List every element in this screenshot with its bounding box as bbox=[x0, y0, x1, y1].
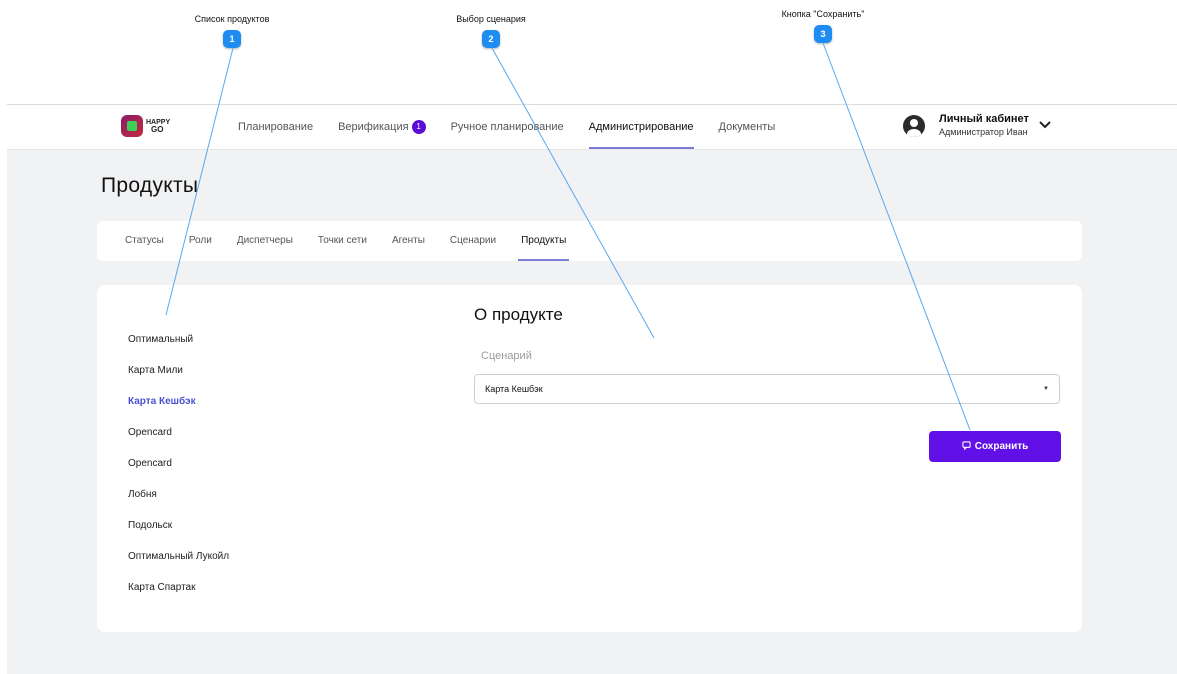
products-card: Оптимальный Карта Мили Карта Кешбэк Open… bbox=[97, 285, 1082, 632]
save-button-label: Сохранить bbox=[974, 441, 1029, 452]
tab-network-points[interactable]: Точки сети bbox=[318, 221, 367, 261]
list-item[interactable]: Карта Спартак bbox=[128, 576, 229, 607]
scenario-select-value: Карта Кешбэк bbox=[485, 384, 543, 394]
callout-2: Выбор сценария 2 bbox=[411, 14, 571, 48]
account-menu[interactable]: Личный кабинет Администратор Иван bbox=[903, 113, 1051, 139]
product-list: Оптимальный Карта Мили Карта Кешбэк Open… bbox=[128, 328, 229, 607]
list-item[interactable]: Карта Мили bbox=[128, 359, 229, 390]
logo-text: HAPPY GO bbox=[146, 119, 170, 134]
nav-label: Администрирование bbox=[588, 121, 694, 133]
tab-products[interactable]: Продукты bbox=[518, 221, 570, 261]
tab-agents[interactable]: Агенты bbox=[392, 221, 425, 261]
scenario-label: Сценарий bbox=[481, 350, 532, 362]
section-title: О продукте bbox=[474, 305, 563, 324]
nav-manual-planning[interactable]: Ручное планирование bbox=[451, 105, 564, 149]
callout-1: Список продуктов 1 bbox=[152, 14, 312, 48]
nav-label: Ручное планирование bbox=[450, 121, 564, 133]
account-title: Личный кабинет bbox=[939, 113, 1029, 125]
main-nav: Планирование Верификация 1 Ручное планиро… bbox=[238, 105, 800, 149]
verification-count-badge: 1 bbox=[411, 120, 426, 135]
logo-text-bottom: GO bbox=[151, 124, 164, 134]
account-text: Личный кабинет Администратор Иван bbox=[939, 113, 1029, 139]
nav-documents[interactable]: Документы bbox=[719, 105, 776, 149]
callout-title: Список продуктов bbox=[194, 14, 270, 24]
nav-label: Документы bbox=[718, 121, 776, 133]
list-item[interactable]: Opencard bbox=[128, 421, 229, 452]
callout-badge: 2 bbox=[482, 30, 500, 48]
user-circle-icon bbox=[903, 115, 925, 137]
callout-title: Кнопка "Сохранить" bbox=[781, 9, 865, 19]
callout-title: Выбор сценария bbox=[456, 14, 526, 24]
list-item[interactable]: Оптимальный Лукойл bbox=[128, 545, 229, 576]
nav-verification[interactable]: Верификация 1 bbox=[338, 105, 426, 149]
callout-badge: 1 bbox=[223, 30, 241, 48]
list-item[interactable]: Оптимальный bbox=[128, 328, 229, 359]
nav-label: Верификация bbox=[338, 121, 409, 133]
callout-3: Кнопка "Сохранить" 3 bbox=[743, 9, 903, 43]
list-item[interactable]: Лобня bbox=[128, 483, 229, 514]
nav-administration[interactable]: Администрирование bbox=[588, 105, 694, 149]
list-item[interactable]: Подольск bbox=[128, 514, 229, 545]
admin-subtabs: Статусы Роли Диспетчеры Точки сети Агент… bbox=[97, 221, 1082, 261]
app-logo[interactable]: HAPPY GO bbox=[121, 115, 170, 137]
app-window: HAPPY GO Планирование Верификация 1 Ручно… bbox=[7, 104, 1177, 674]
account-subtitle: Администратор Иван bbox=[939, 127, 1028, 137]
scenario-select[interactable]: Карта Кешбэк ▼ bbox=[474, 374, 1060, 404]
tab-scenarios[interactable]: Сценарии bbox=[450, 221, 496, 261]
list-item[interactable]: Opencard bbox=[128, 452, 229, 483]
tab-dispatchers[interactable]: Диспетчеры bbox=[237, 221, 293, 261]
page-title: Продукты bbox=[101, 174, 199, 197]
callout-badge: 3 bbox=[814, 25, 832, 43]
nav-label: Планирование bbox=[238, 121, 314, 133]
nav-planning[interactable]: Планирование bbox=[238, 105, 313, 149]
caret-down-icon: ▼ bbox=[1043, 386, 1049, 392]
save-button[interactable]: Сохранить bbox=[929, 431, 1061, 462]
tab-roles[interactable]: Роли bbox=[189, 221, 212, 261]
chevron-down-icon[interactable] bbox=[1039, 120, 1051, 132]
list-item-selected[interactable]: Карта Кешбэк bbox=[128, 390, 229, 421]
message-square-icon bbox=[962, 441, 971, 452]
tab-statuses[interactable]: Статусы bbox=[125, 221, 164, 261]
top-navigation-bar: HAPPY GO Планирование Верификация 1 Ручно… bbox=[7, 105, 1177, 150]
happy-go-logo-icon bbox=[121, 115, 143, 137]
